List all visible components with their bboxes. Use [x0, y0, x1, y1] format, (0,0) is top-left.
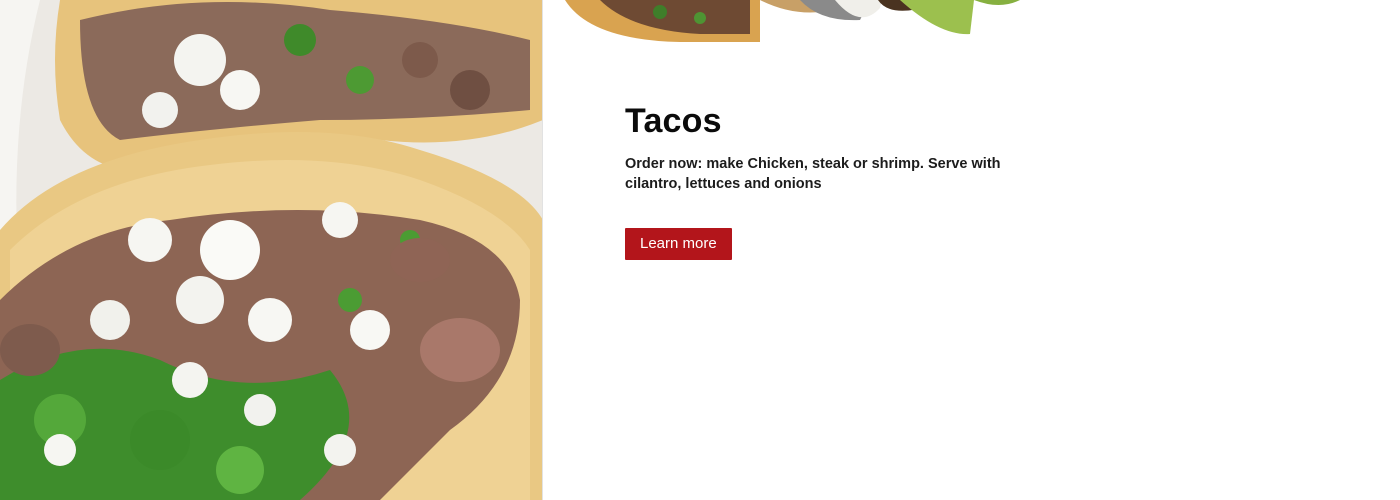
page-title: Tacos	[625, 102, 722, 140]
learn-more-button[interactable]: Learn more	[625, 228, 732, 260]
tacos-photo	[0, 0, 543, 500]
hero-content: Tacos Order now: make Chicken, steak or …	[625, 100, 1025, 260]
tacos-strip-photo	[560, 0, 1030, 44]
hero-description: Order now: make Chicken, steak or shrimp…	[625, 156, 1001, 192]
